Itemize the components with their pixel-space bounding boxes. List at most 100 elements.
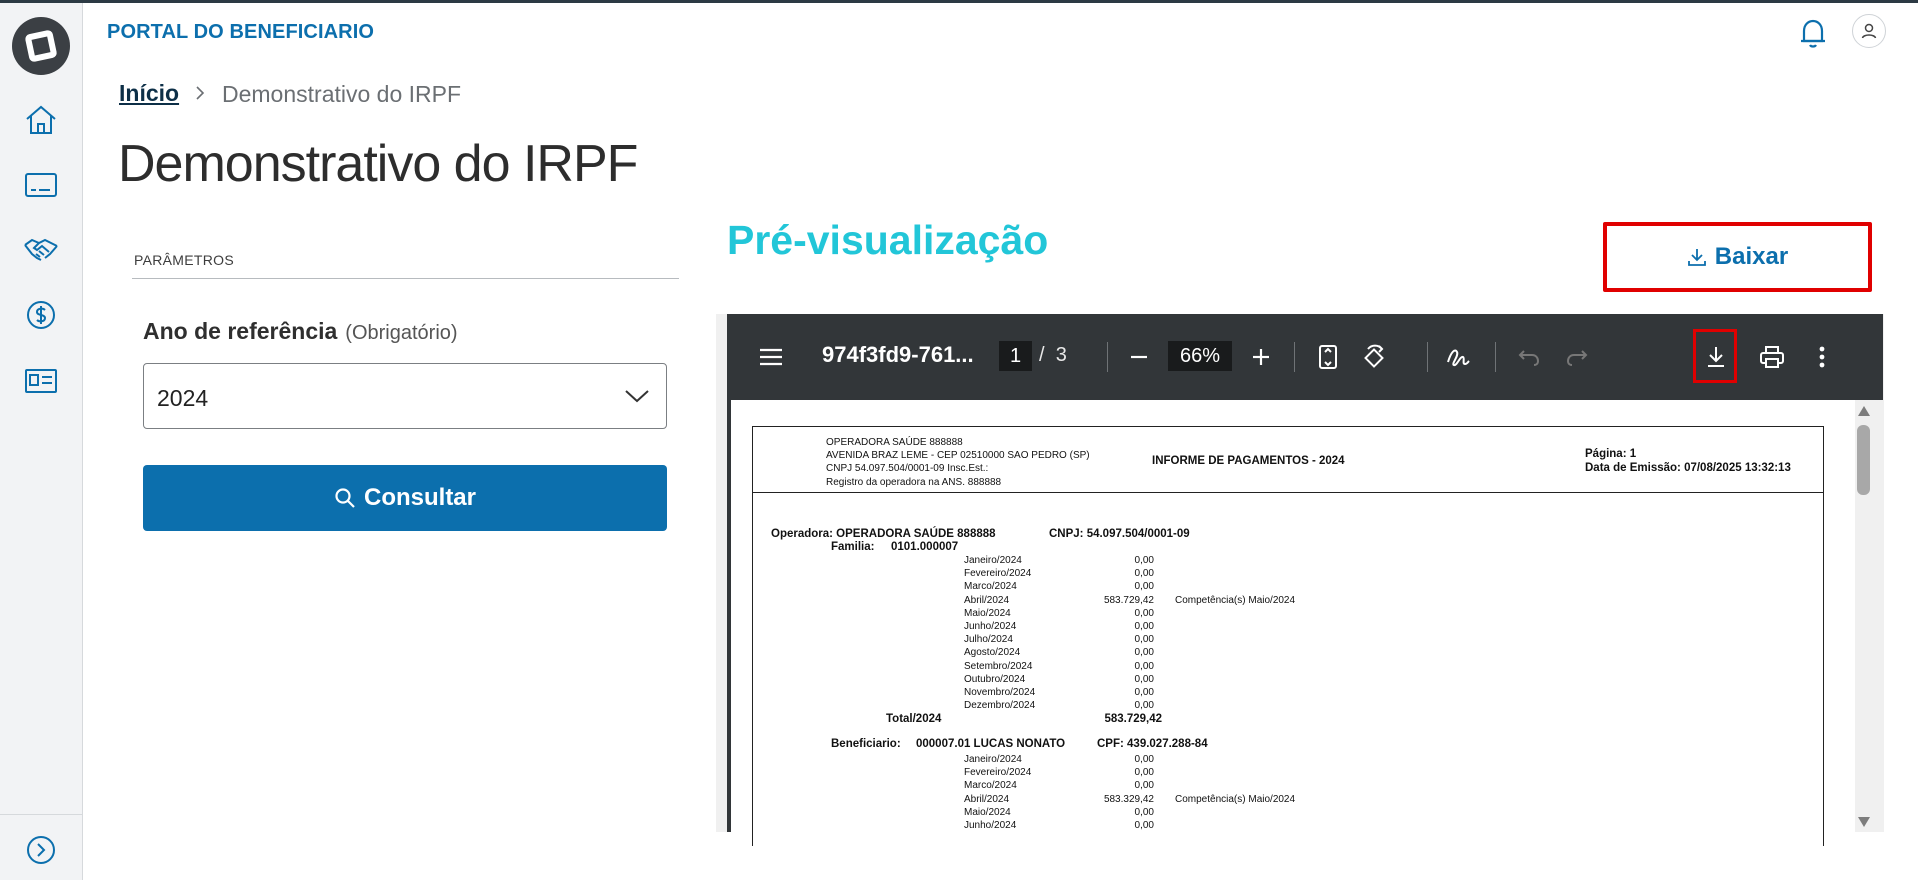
menu-icon[interactable] xyxy=(757,342,785,372)
chevron-right-circle-icon[interactable] xyxy=(20,829,62,871)
doc-month-note: Competência(s) Maio/2024 xyxy=(1175,594,1296,606)
toolbar-divider xyxy=(1107,342,1108,372)
doc-month: Novembro/2024 xyxy=(964,687,1036,698)
doc-month: Abril/2024 xyxy=(964,793,1010,805)
year-field-label-text: Ano de referência xyxy=(143,318,338,344)
year-select[interactable]: 2024 xyxy=(143,363,667,429)
zoom-out-icon[interactable] xyxy=(1125,342,1153,372)
doc-address: AVENIDA BRAZ LEME - CEP 02510000 SAO PED… xyxy=(826,450,1090,461)
doc-beneficiario-cpf: CPF: 439.027.288-84 xyxy=(1097,738,1208,750)
doc-report-title: INFORME DE PAGAMENTOS - 2024 xyxy=(1152,455,1345,467)
baixar-button[interactable]: Baixar xyxy=(1603,222,1872,292)
doc-total-value: 583.729,42 xyxy=(1104,713,1162,725)
top-border xyxy=(0,0,1918,3)
bell-icon[interactable] xyxy=(1795,15,1831,51)
doc-month-value: 0,00 xyxy=(1134,806,1154,818)
doc-month: Abril/2024 xyxy=(964,594,1010,606)
page-separator: / xyxy=(1039,344,1045,366)
zoom-in-icon[interactable] xyxy=(1247,342,1275,372)
receipt-icon[interactable] xyxy=(20,360,62,402)
fit-page-icon[interactable] xyxy=(1314,342,1342,372)
doc-beneficiario-value: 000007.01 LUCAS NONATO xyxy=(916,738,1066,750)
doc-month: Marco/2024 xyxy=(964,581,1017,593)
doc-month-value: 0,00 xyxy=(1134,820,1154,831)
doc-month-value: 0,00 xyxy=(1134,754,1154,765)
doc-month: Maio/2024 xyxy=(964,607,1011,619)
year-field-required-note: (Obrigatório) xyxy=(345,322,458,344)
doc-month: Dezembro/2024 xyxy=(964,700,1036,712)
handshake-icon[interactable] xyxy=(20,229,62,271)
pdf-toolbar: 974f3fd9-761... 1 / 3 66% xyxy=(727,314,1883,400)
scrollbar-thumb[interactable] xyxy=(1857,425,1870,495)
user-avatar-button[interactable] xyxy=(1852,14,1886,48)
toolbar-divider xyxy=(1294,342,1295,372)
download-icon xyxy=(1687,249,1706,266)
breadcrumb-current: Demonstrativo do IRPF xyxy=(222,81,462,107)
user-icon xyxy=(1861,23,1877,39)
doc-ans: Registro da operadora na ANS. 888888 xyxy=(826,477,1002,488)
page-total-count: 3 xyxy=(1055,344,1067,366)
doc-month: Janeiro/2024 xyxy=(964,754,1022,765)
sidebar xyxy=(0,3,83,880)
pdf-header-divider xyxy=(752,492,1824,493)
doc-month: Setembro/2024 xyxy=(964,660,1033,672)
sidebar-divider xyxy=(0,814,83,815)
params-divider xyxy=(132,278,679,279)
doc-month: Julho/2024 xyxy=(964,634,1013,646)
year-select-value: 2024 xyxy=(157,385,209,411)
year-field-label: Ano de referência (Obrigatório) xyxy=(143,318,458,345)
download-icon[interactable] xyxy=(1702,342,1730,372)
page-title: Demonstrativo do IRPF xyxy=(118,135,638,193)
doc-month-value: 0,00 xyxy=(1134,607,1154,619)
undo-icon[interactable] xyxy=(1515,342,1543,372)
toolbar-divider xyxy=(1427,342,1428,372)
home-icon[interactable] xyxy=(20,99,62,141)
doc-page-label: Página: 1 xyxy=(1585,448,1637,460)
logo[interactable] xyxy=(12,17,70,75)
pdf-page xyxy=(752,426,1824,846)
rotate-icon[interactable] xyxy=(1360,342,1390,372)
consultar-button[interactable]: Consultar xyxy=(143,465,667,531)
doc-month-value: 0,00 xyxy=(1134,700,1154,712)
doc-familia-label: Familia: xyxy=(831,541,875,553)
doc-month: Marco/2024 xyxy=(964,780,1017,792)
doc-emission: Data de Emissão: 07/08/2025 13:32:13 xyxy=(1585,462,1791,474)
portal-title: PORTAL DO BENEFICIARIO xyxy=(107,21,375,43)
more-options-icon[interactable] xyxy=(1810,342,1834,372)
doc-familia-value: 0101.000007 xyxy=(891,541,959,553)
doc-month-value: 0,00 xyxy=(1134,687,1154,698)
breadcrumb-home-link[interactable]: Início xyxy=(119,80,179,107)
doc-month-value: 0,00 xyxy=(1134,581,1154,593)
signature-icon[interactable] xyxy=(1443,342,1473,372)
doc-month: Junho/2024 xyxy=(964,820,1017,831)
print-icon[interactable] xyxy=(1757,342,1787,372)
doc-total-label: Total/2024 xyxy=(886,713,942,725)
scroll-down-icon[interactable] xyxy=(1857,815,1871,827)
zoom-input[interactable]: 66% xyxy=(1168,341,1232,371)
doc-beneficiario-label: Beneficiario: xyxy=(831,738,901,750)
doc-month: Junho/2024 xyxy=(964,621,1017,632)
preview-title: Pré-visualização xyxy=(727,217,1049,263)
doc-month-value: 0,00 xyxy=(1134,647,1154,659)
doc-month-value: 0,00 xyxy=(1134,621,1154,632)
chevron-down-icon xyxy=(625,390,649,403)
card-icon[interactable] xyxy=(20,164,62,206)
doc-month-value: 0,00 xyxy=(1134,660,1154,672)
doc-month-note: Competência(s) Maio/2024 xyxy=(1175,793,1296,805)
redo-icon[interactable] xyxy=(1563,342,1591,372)
doc-month-value: 0,00 xyxy=(1134,555,1154,566)
doc-month: Fevereiro/2024 xyxy=(964,568,1032,580)
doc-month-value: 0,00 xyxy=(1134,568,1154,580)
doc-month: Janeiro/2024 xyxy=(964,555,1022,566)
doc-month-value: 0,00 xyxy=(1134,673,1154,685)
page-number-input[interactable]: 1 xyxy=(999,341,1032,371)
toolbar-divider xyxy=(1495,342,1496,372)
doc-month-value: 0,00 xyxy=(1134,767,1154,779)
chevron-right-icon xyxy=(192,85,208,101)
doc-cnpj: CNPJ 54.097.504/0001-09 Insc.Est.: xyxy=(826,463,989,474)
doc-company: OPERADORA SAÚDE 888888 xyxy=(826,437,963,448)
scroll-up-icon[interactable] xyxy=(1857,404,1871,416)
doc-month: Fevereiro/2024 xyxy=(964,767,1032,779)
dollar-icon[interactable] xyxy=(20,294,62,336)
search-icon xyxy=(335,488,355,508)
